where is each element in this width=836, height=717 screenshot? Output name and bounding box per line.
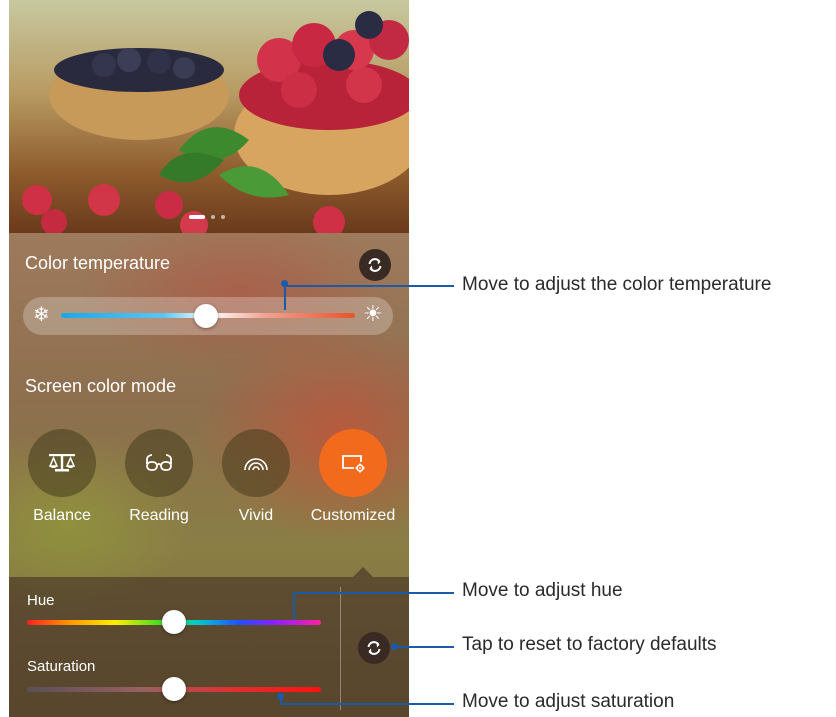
page-indicator <box>189 215 225 219</box>
refresh-icon <box>367 641 381 655</box>
mode-vivid-button[interactable] <box>222 429 290 497</box>
callout-temperature-text: Move to adjust the color temperature <box>462 274 772 295</box>
screen-color-mode-title: Screen color mode <box>25 376 177 396</box>
page-dot <box>221 215 225 219</box>
callout-hue-line <box>293 592 454 594</box>
page-dot-active <box>189 215 205 219</box>
callout-reset-line <box>395 646 454 648</box>
custom-settings-panel <box>9 577 409 717</box>
balance-icon <box>48 454 76 472</box>
refresh-icon <box>368 258 382 272</box>
selection-notch <box>353 567 373 577</box>
phone-screen: Color temperature ❄ ☀ Screen color mode … <box>9 0 409 717</box>
callout-temperature-stem <box>284 285 286 310</box>
snowflake-icon: ❄ <box>33 304 50 326</box>
callout-reset-text: Tap to reset to factory defaults <box>462 634 717 655</box>
hero-image <box>9 0 409 233</box>
customized-icon <box>342 455 365 473</box>
color-temperature-title: Color temperature <box>25 253 171 273</box>
hue-thumb[interactable] <box>162 610 186 634</box>
callout-saturation-stem <box>280 693 282 703</box>
glasses-icon <box>146 454 172 471</box>
hue-label: Hue <box>27 592 55 609</box>
mode-customized-label: Customized <box>310 507 396 524</box>
callout-saturation-line <box>280 703 454 705</box>
berries-illustration <box>22 11 409 233</box>
mode-reading-button[interactable] <box>125 429 193 497</box>
vertical-divider <box>340 587 341 710</box>
page-dot <box>211 215 215 219</box>
mode-customized-button[interactable] <box>319 429 387 497</box>
callout-hue-text: Move to adjust hue <box>462 580 623 601</box>
color-temperature-reset-button[interactable] <box>359 249 391 281</box>
mode-balance-button[interactable] <box>28 429 96 497</box>
factory-reset-button[interactable] <box>358 632 390 664</box>
saturation-thumb[interactable] <box>162 677 186 701</box>
mode-balance-label: Balance <box>33 507 91 524</box>
saturation-label: Saturation <box>27 658 96 675</box>
mode-reading-label: Reading <box>129 507 189 524</box>
vivid-icon <box>244 458 268 471</box>
mode-vivid-label: Vivid <box>238 507 274 524</box>
callout-saturation-text: Move to adjust saturation <box>462 691 675 712</box>
callout-temperature-line <box>284 285 454 287</box>
callout-hue-stem <box>293 592 295 620</box>
color-temperature-thumb[interactable] <box>194 304 218 328</box>
sun-icon: ☀ <box>363 301 383 326</box>
